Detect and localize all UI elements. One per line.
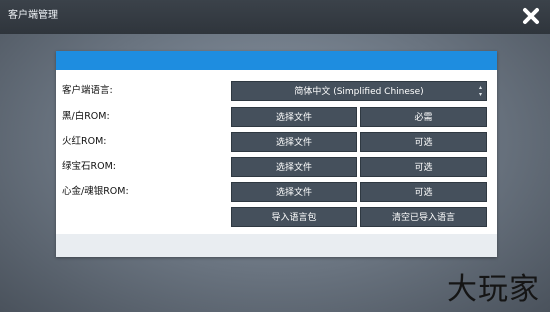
select-arrows-icon: ▴ ▾ xyxy=(478,84,482,98)
firered-rom-label: 火红ROM: xyxy=(62,136,107,147)
hgss-rom-label: 心金/魂银ROM: xyxy=(62,186,129,197)
bw-rom-status-button[interactable]: 必需 xyxy=(360,107,487,127)
window-title: 客户端管理 xyxy=(8,10,58,21)
title-bar: 客户端管理 xyxy=(0,0,550,34)
client-settings-panel: 客户端语言: 简体中文 (Simplified Chinese) ▴ ▾ 黑/白R… xyxy=(56,51,497,257)
language-label: 客户端语言: xyxy=(62,85,113,96)
import-language-button[interactable]: 导入语言包 xyxy=(231,207,357,227)
watermark-logo: 大玩家 xyxy=(447,272,540,307)
emerald-rom-file-button[interactable]: 选择文件 xyxy=(231,157,357,177)
hgss-rom-status-button[interactable]: 可选 xyxy=(360,182,487,202)
panel-footer xyxy=(56,234,497,257)
language-select-value: 简体中文 (Simplified Chinese) xyxy=(294,87,424,97)
language-select[interactable]: 简体中文 (Simplified Chinese) ▴ ▾ xyxy=(231,81,487,101)
close-icon[interactable] xyxy=(522,7,540,25)
firered-rom-status-button[interactable]: 可选 xyxy=(360,132,487,152)
hgss-rom-file-button[interactable]: 选择文件 xyxy=(231,182,357,202)
bw-rom-file-button[interactable]: 选择文件 xyxy=(231,107,357,127)
firered-rom-file-button[interactable]: 选择文件 xyxy=(231,132,357,152)
clear-imported-language-button[interactable]: 清空已导入语言 xyxy=(360,207,487,227)
panel-header xyxy=(56,51,497,70)
emerald-rom-status-button[interactable]: 可选 xyxy=(360,157,487,177)
bw-rom-label: 黑/白ROM: xyxy=(62,111,110,122)
emerald-rom-label: 绿宝石ROM: xyxy=(62,161,116,172)
